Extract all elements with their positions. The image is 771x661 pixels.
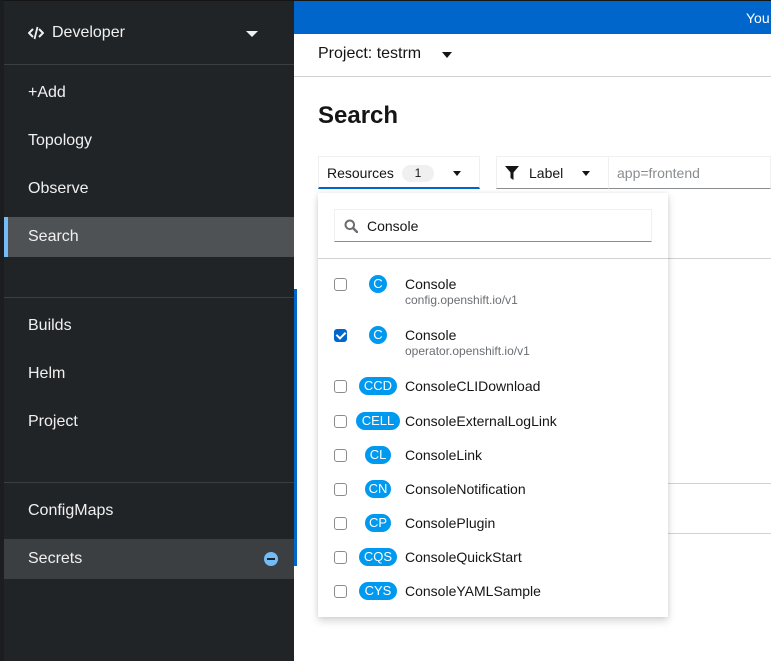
sidebar: Developer +Add Topology Observe Search B… bbox=[0, 0, 294, 661]
resources-menu: CConsoleconfig.openshift.io/v1CConsoleop… bbox=[318, 193, 668, 617]
resource-name: ConsoleYAMLSample bbox=[405, 583, 541, 599]
perspective-label: Developer bbox=[52, 23, 125, 41]
resource-name: ConsoleNotification bbox=[405, 481, 526, 497]
sidebar-item-search[interactable]: Search bbox=[4, 217, 294, 257]
notification-banner: You bbox=[294, 0, 771, 34]
sidebar-item-label: Topology bbox=[28, 132, 93, 149]
sidebar-item-project[interactable]: Project bbox=[4, 402, 294, 442]
resource-search-input[interactable] bbox=[367, 210, 647, 241]
resource-name: ConsoleLink bbox=[405, 447, 483, 463]
resource-option[interactable]: CN ConsoleNotification bbox=[318, 480, 668, 510]
page-title: Search bbox=[318, 102, 399, 129]
filter-type-label: Label bbox=[529, 165, 564, 181]
sidebar-item-label: ConfigMaps bbox=[28, 502, 114, 519]
sidebar-item-label: Helm bbox=[28, 365, 66, 382]
resource-name: Console bbox=[405, 276, 457, 292]
sidebar-item-label: Secrets bbox=[28, 550, 83, 567]
caret-down-icon bbox=[246, 31, 258, 37]
resource-api-group: operator.openshift.io/v1 bbox=[405, 344, 530, 358]
resource-option[interactable]: C Console config.openshift.io/v1 bbox=[318, 275, 668, 307]
resource-checkbox[interactable] bbox=[334, 329, 347, 342]
sidebar-item-label: Project bbox=[28, 413, 78, 430]
menu-divider bbox=[318, 258, 668, 259]
sidebar-item-secrets[interactable]: Secrets bbox=[4, 539, 294, 579]
resources-label: Resources bbox=[327, 165, 394, 181]
drop-indicator bbox=[294, 289, 297, 566]
sidebar-item-label: Search bbox=[28, 228, 79, 245]
resource-kind-badge: CYS bbox=[359, 582, 397, 600]
nav-divider bbox=[4, 297, 294, 298]
sidebar-item-observe[interactable]: Observe bbox=[4, 169, 294, 209]
sidebar-item-label: Builds bbox=[28, 317, 72, 334]
banner-text: You bbox=[746, 10, 770, 26]
filter-icon bbox=[505, 166, 519, 180]
resource-checkbox[interactable] bbox=[334, 380, 347, 393]
resource-kind-badge: CP bbox=[365, 514, 391, 532]
search-icon bbox=[344, 219, 358, 233]
sidebar-item-configmaps[interactable]: ConfigMaps bbox=[4, 491, 294, 531]
resource-name: ConsoleCLIDownload bbox=[405, 378, 541, 394]
divider bbox=[668, 258, 771, 259]
perspective-switcher[interactable]: Developer bbox=[4, 1, 294, 65]
resource-kind-badge: CQS bbox=[359, 548, 397, 566]
resource-checkbox[interactable] bbox=[334, 278, 347, 291]
resource-checkbox[interactable] bbox=[334, 483, 347, 496]
resource-option[interactable]: CQS ConsoleQuickStart bbox=[318, 548, 668, 578]
resource-option[interactable]: CYS ConsoleYAMLSample bbox=[318, 582, 668, 612]
resources-dropdown[interactable]: Resources 1 bbox=[318, 156, 480, 189]
nav-divider bbox=[4, 482, 294, 483]
divider bbox=[668, 533, 771, 534]
resource-option[interactable]: CELL ConsoleExternalLogLink bbox=[318, 412, 668, 442]
resource-option[interactable]: CL ConsoleLink bbox=[318, 446, 668, 476]
resource-name: ConsolePlugin bbox=[405, 515, 496, 531]
sidebar-item-label: Observe bbox=[28, 180, 89, 197]
resource-checkbox[interactable] bbox=[334, 551, 347, 564]
project-label: Project: testrm bbox=[318, 45, 422, 62]
sidebar-item-helm[interactable]: Helm bbox=[4, 354, 294, 394]
resource-kind-badge: CELL bbox=[356, 412, 400, 430]
resource-api-group: config.openshift.io/v1 bbox=[405, 293, 518, 307]
selected-count-badge: 1 bbox=[402, 165, 434, 182]
resource-option[interactable]: C Console operator.openshift.io/v1 bbox=[318, 326, 668, 358]
sidebar-item-builds[interactable]: Builds bbox=[4, 306, 294, 346]
sidebar-item-add[interactable]: +Add bbox=[4, 73, 294, 113]
caret-down-icon bbox=[442, 52, 452, 58]
resource-kind-badge: CN bbox=[365, 480, 391, 498]
resource-option[interactable]: CP ConsolePlugin bbox=[318, 514, 668, 544]
resource-name: ConsoleQuickStart bbox=[405, 549, 522, 565]
divider bbox=[668, 483, 771, 484]
resource-checkbox[interactable] bbox=[334, 585, 347, 598]
code-icon bbox=[28, 26, 44, 39]
caret-down-icon bbox=[453, 171, 461, 176]
resource-kind-badge: CL bbox=[365, 446, 391, 464]
label-filter-input[interactable] bbox=[608, 156, 771, 189]
sidebar-item-topology[interactable]: Topology bbox=[4, 121, 294, 161]
project-bar: Project: testrm bbox=[294, 34, 771, 77]
resource-kind-badge: C bbox=[369, 275, 387, 293]
resource-checkbox[interactable] bbox=[334, 415, 347, 428]
remove-icon[interactable] bbox=[264, 552, 278, 566]
caret-down-icon bbox=[582, 171, 590, 176]
resource-name: ConsoleExternalLogLink bbox=[405, 413, 557, 429]
resource-name: Console bbox=[405, 327, 457, 343]
sidebar-item-label: +Add bbox=[28, 84, 66, 101]
resource-checkbox[interactable] bbox=[334, 517, 347, 530]
filter-type-dropdown[interactable]: Label bbox=[496, 156, 609, 189]
resource-option[interactable]: CCD ConsoleCLIDownload bbox=[318, 377, 668, 407]
resource-checkbox[interactable] bbox=[334, 449, 347, 462]
resource-kind-badge: C bbox=[369, 326, 387, 344]
resource-kind-badge: CCD bbox=[359, 377, 397, 395]
resource-search[interactable] bbox=[334, 209, 652, 242]
